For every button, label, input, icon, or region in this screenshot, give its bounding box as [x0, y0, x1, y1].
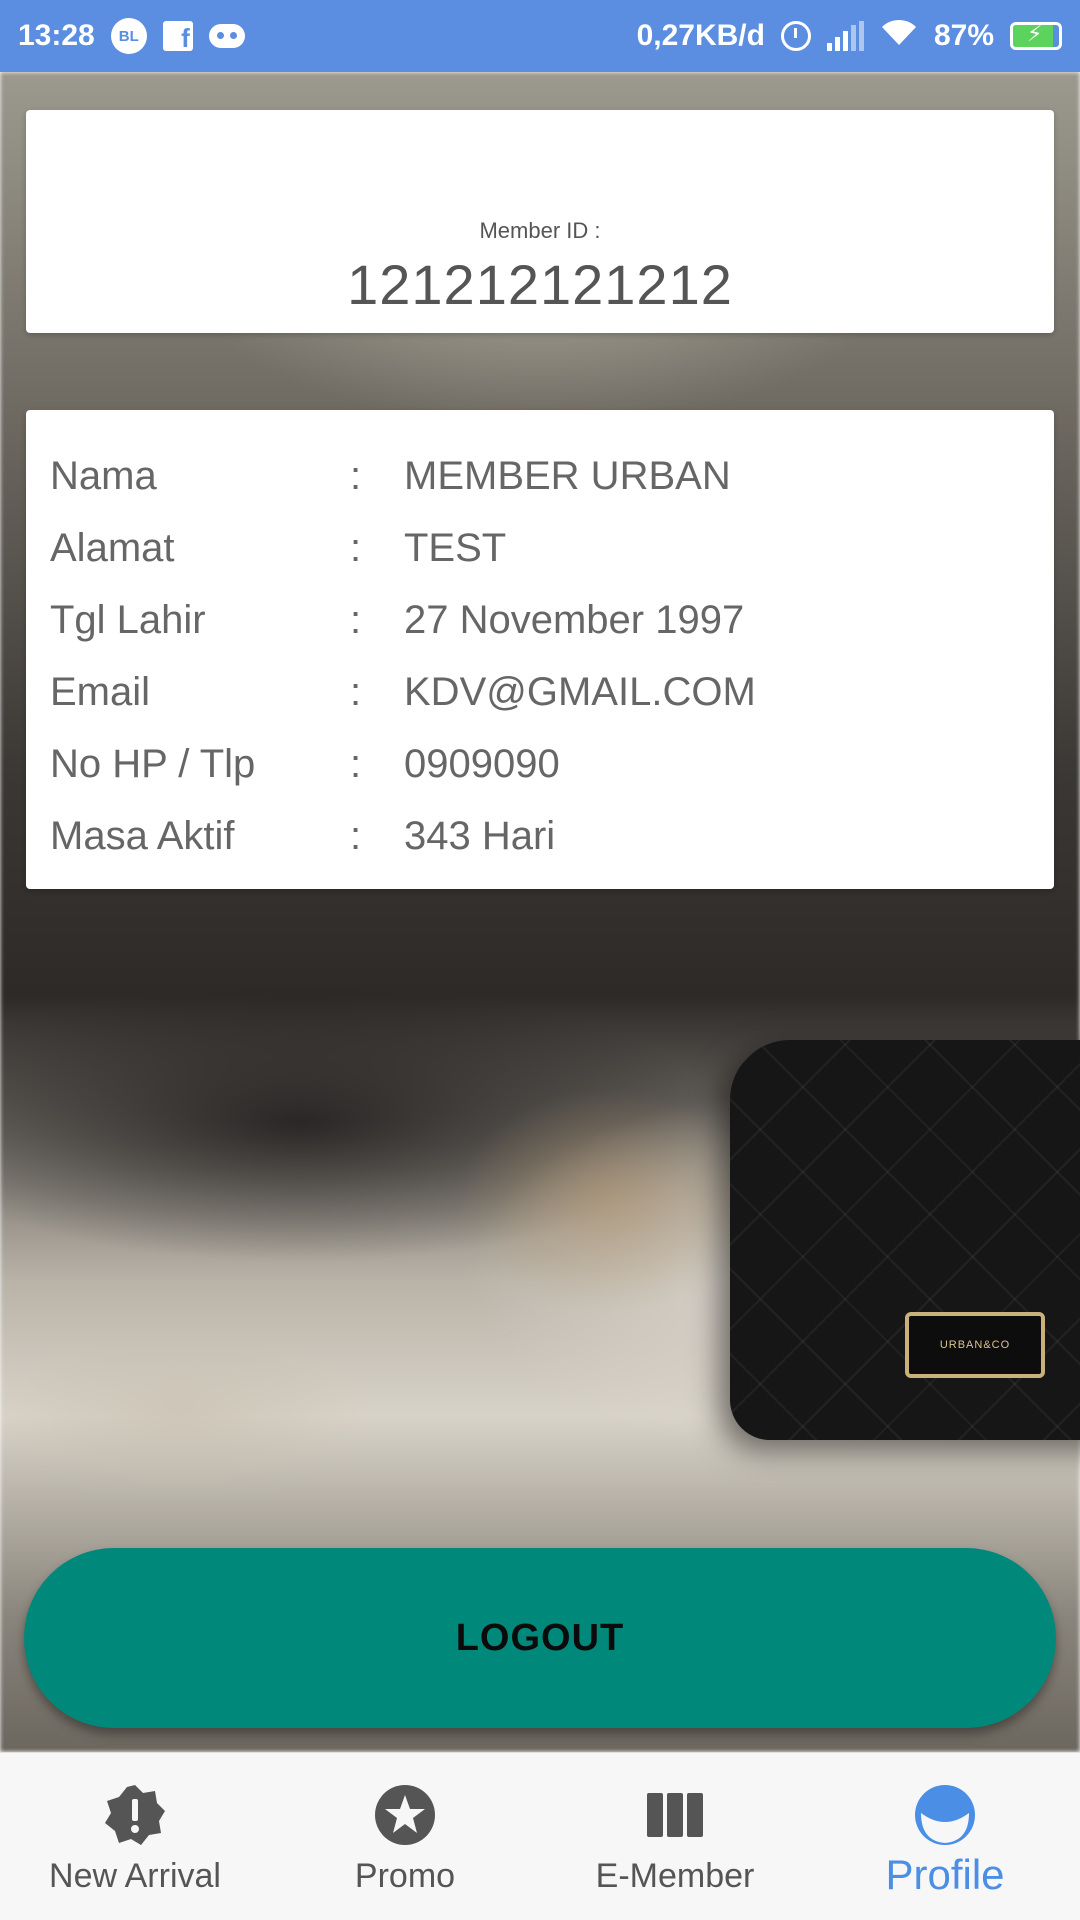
- profile-row-value: MEMBER URBAN: [404, 453, 731, 498]
- columns-icon: [647, 1793, 703, 1837]
- profile-row-label: Nama: [50, 453, 157, 498]
- screen: URBAN&CO 13:28 BL f 0,27KB/d 87% ⚡ Membe…: [0, 0, 1080, 1920]
- nav-label: New Arrival: [49, 1857, 221, 1895]
- nav-item-new-arrival[interactable]: New Arrival: [0, 1753, 270, 1920]
- profile-row-alamat: Alamat : TEST: [50, 512, 1030, 584]
- logout-button[interactable]: LOGOUT: [24, 1548, 1056, 1728]
- handbag-logo: URBAN&CO: [905, 1312, 1045, 1378]
- status-bar: 13:28 BL f 0,27KB/d 87% ⚡: [0, 0, 1080, 72]
- profile-row-email: Email : KDV@GMAIL.COM: [50, 656, 1030, 728]
- nav-label: Profile: [885, 1851, 1005, 1898]
- nav-item-e-member[interactable]: E-Member: [540, 1753, 810, 1920]
- profile-row-masa-aktif: Masa Aktif : 343 Hari: [50, 800, 1030, 872]
- profile-row-label: Tgl Lahir: [50, 597, 206, 642]
- profile-row-separator: :: [350, 741, 362, 786]
- nav-label: E-Member: [595, 1857, 755, 1895]
- profile-row-separator: :: [350, 453, 362, 498]
- status-time: 13:28: [18, 19, 95, 52]
- battery-charging-icon: ⚡: [1010, 22, 1062, 50]
- alert-badge-icon: [105, 1785, 165, 1845]
- profile-row-label: Masa Aktif: [50, 813, 235, 858]
- profile-row-label: Alamat: [50, 525, 175, 570]
- profile-row-value: TEST: [404, 525, 507, 570]
- nav-item-promo[interactable]: Promo: [270, 1753, 540, 1920]
- profile-row-no-hp: No HP / Tlp : 0909090: [50, 728, 1030, 800]
- facebook-icon: f: [162, 21, 193, 51]
- member-id-card: Member ID : 121212121212: [26, 110, 1054, 333]
- nav-item-profile[interactable]: Profile: [810, 1753, 1080, 1920]
- profile-row-label: No HP / Tlp: [50, 741, 256, 786]
- profile-row-separator: :: [350, 597, 362, 642]
- game-controller-icon: [208, 24, 245, 48]
- profile-row-nama: Nama : MEMBER URBAN: [50, 440, 1030, 512]
- bottom-navigation: New Arrival Promo E-Member Profile: [0, 1752, 1080, 1920]
- profile-row-separator: :: [350, 669, 362, 714]
- nav-label: Promo: [354, 1857, 456, 1895]
- wifi-icon: [880, 17, 918, 55]
- handbag-image: [730, 1040, 1080, 1440]
- profile-row-label: Email: [50, 669, 151, 714]
- alarm-icon: [780, 21, 811, 51]
- profile-row-value: 343 Hari: [404, 813, 556, 858]
- profile-info-card: Nama : MEMBER URBAN Alamat : TEST Tgl La…: [26, 410, 1054, 889]
- profile-row-value: 0909090: [404, 741, 560, 786]
- network-speed: 0,27KB/d: [636, 19, 765, 52]
- profile-row-separator: :: [350, 525, 362, 570]
- star-circle-icon: [375, 1785, 435, 1845]
- bl-notification-icon: BL: [110, 18, 147, 54]
- signal-icon: [826, 21, 864, 51]
- battery-percent: 87%: [933, 19, 994, 52]
- profile-row-value: KDV@GMAIL.COM: [404, 669, 756, 714]
- profile-row-tgl-lahir: Tgl Lahir : 27 November 1997: [50, 584, 1030, 656]
- profile-row-value: 27 November 1997: [404, 597, 745, 642]
- member-id-value: 121212121212: [347, 253, 733, 316]
- face-icon: [915, 1785, 975, 1845]
- profile-row-separator: :: [350, 813, 362, 858]
- member-id-label: Member ID :: [479, 218, 601, 243]
